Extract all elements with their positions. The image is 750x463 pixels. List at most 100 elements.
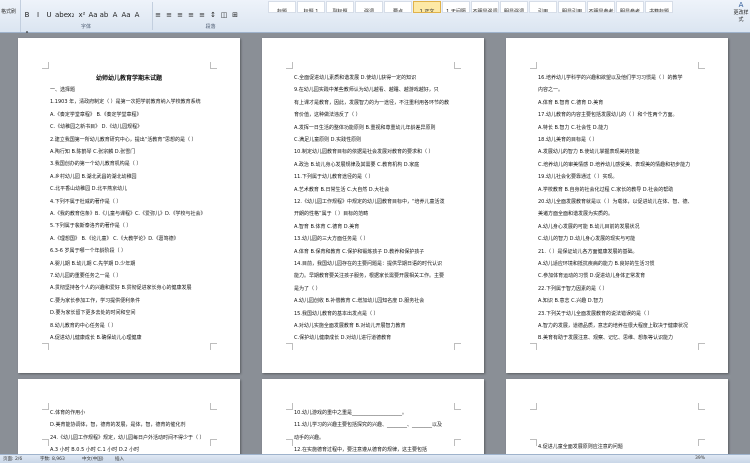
style-item[interactable]: 书籍标题 <box>645 1 673 13</box>
style-item[interactable]: 副标题 <box>326 1 354 13</box>
style-item[interactable]: 引用 <box>529 1 557 13</box>
document-page-2[interactable]: C.全面促进幼儿素质和谐发展 D.使幼儿获得一定的知识 9.在幼儿园实践中某些教师… <box>262 38 484 373</box>
status-language[interactable]: 中文(中国) <box>82 456 104 462</box>
margin-corner-mark <box>454 343 461 350</box>
text-line: A.3 小时 B.0.5 小时 C.1 小时 D.2 小时 <box>50 447 140 454</box>
style-item[interactable]: 标题 <box>268 1 296 13</box>
margin-corner-mark <box>530 62 537 69</box>
margin-corner-mark <box>286 343 293 350</box>
font-format-button[interactable]: Aa <box>88 10 98 20</box>
text-line: 4.下列不属于杜威的著作是（ ） <box>50 198 122 205</box>
text-line: 5.下列属于裴斯泰洛齐的著作是（ ） <box>50 223 132 230</box>
font-format-button[interactable]: I <box>33 10 43 20</box>
text-line: A.对幼儿实施全面发展教育 B.对幼儿开展智力教育 <box>294 323 406 329</box>
text-line: 22.下列属于智力因素的是（ ） <box>538 285 608 292</box>
font-format-button[interactable]: Aa <box>121 10 131 20</box>
text-line: 开朗的性格”属于（ ）目标的范畴 <box>294 211 369 218</box>
text-line: 16.培养幼儿学科学的兴趣和欲望以及他们学习习惯是（ ）的教学 <box>538 75 683 81</box>
style-item[interactable]: 1 无间隔 <box>442 1 470 13</box>
text-line: A.幼儿身心发展的可能 B.幼儿目前的发展状况 <box>538 223 640 230</box>
margin-corner-mark <box>530 343 537 350</box>
text-line: A.《我的教育信条》B.《儿童与课程》C.《爱弥儿》D.《学校与社会》 <box>50 211 206 217</box>
style-item[interactable]: 1 正文 <box>413 1 441 13</box>
text-line: 12.在实施德育过程中，要注意遵从德育的规律，这主要包括 <box>294 447 427 454</box>
text-line: 能力。早期教育要关注孩子服务，根据家长需要开展相关工作。主要 <box>294 273 445 280</box>
document-page-5[interactable]: 10.幼儿游戏的重中之重是____________________。 11.幼儿学… <box>262 379 484 454</box>
paragraph-format-button[interactable]: ≡ <box>197 10 207 20</box>
style-item[interactable]: 明显参考 <box>616 1 644 13</box>
text-line: D.美育能协调体，智，德育的发展，是体，智，德育的催化剂 <box>50 422 186 429</box>
text-line: A.《理想国》 B.《论儿童》 C.《大教学论》D.《葛笃德》 <box>50 235 179 242</box>
paragraph-format-button[interactable]: ≡ <box>153 10 163 20</box>
text-line: 15.我国幼儿教育的基本出发点是（ ） <box>294 310 379 317</box>
paragraph-format-button[interactable]: ◫ <box>219 10 229 20</box>
style-item[interactable]: 要点 <box>384 1 412 13</box>
text-line: 育价值，这种做法违反了（ ） <box>294 112 361 119</box>
text-line: C.幼儿的智力 D.幼儿身心发展的现实与可能 <box>538 236 636 243</box>
font-format-button[interactable]: x² <box>77 10 87 20</box>
paragraph-format-button[interactable]: ↕ <box>208 10 218 20</box>
style-item[interactable]: 明显引用 <box>558 1 586 13</box>
style-item[interactable]: 不明显参考 <box>587 1 615 13</box>
document-page-4[interactable]: C.体育的作用小 D.美育能协调体，智，德育的发展，是体，智，德育的催化剂 24.《… <box>18 379 240 454</box>
document-page-1[interactable]: 幼师幼儿教育学期末试题 一、选择题 1.1903 年，清政府制定（ ）是第一次把学… <box>18 38 240 373</box>
text-line: C.体育的作用小 <box>50 410 86 416</box>
status-word-count[interactable]: 字数: 8,963 <box>40 456 65 462</box>
status-page-count[interactable]: 页面: 2/6 <box>3 456 22 462</box>
text-line: 9.在幼儿园实践中某些教师认为幼儿越看、越睡、越游戏越好，只 <box>294 87 439 94</box>
font-format-button[interactable]: ab <box>99 10 109 20</box>
text-line: A.发展幼儿的智力 B.使幼儿掌握表现美的技能 <box>538 149 640 156</box>
text-line: A.智力的发展，道德品质，意志的培养在很大程度上取决于健康状况 <box>538 323 688 329</box>
document-canvas[interactable]: 幼师幼儿教育学期末试题 一、选择题 1.1903 年，清政府制定（ ）是第一次把学… <box>0 33 750 454</box>
text-line: 一、选择题 <box>50 87 76 93</box>
text-line: D.要为家长留下更多去处的时间和空间 <box>50 310 136 317</box>
paragraph-group: ≡ ≡ ≡ ≡ ≡ ↕ ◫ ⊞ 段落 <box>152 2 268 30</box>
style-item[interactable]: 明显强调 <box>500 1 528 13</box>
paragraph-format-button[interactable]: ≡ <box>164 10 174 20</box>
text-line: A.《奏定学堂章程》 B.《奏定学堂章程》 <box>50 111 142 118</box>
status-zoom-level[interactable]: 39% <box>695 456 705 461</box>
style-item[interactable]: 不明显强调 <box>471 1 499 13</box>
text-line: 内容之一。 <box>538 87 564 94</box>
text-line: 10.幼儿游戏的重中之重是____________________。 <box>294 410 407 416</box>
format-painter-group: 格式刷 <box>0 0 21 32</box>
text-line: A.政治 B.幼儿身心发展规律及其需要 C.教育机构 D.家庭 <box>294 161 420 168</box>
paragraph-format-button[interactable]: ≡ <box>175 10 185 20</box>
text-line: 19.幼儿社会化要靠通过（ ）实现。 <box>538 174 618 181</box>
change-styles-button[interactable]: A 更改样式 <box>732 1 750 29</box>
paragraph-format-button[interactable]: ≡ <box>186 10 196 20</box>
font-format-button[interactable]: A <box>132 10 142 20</box>
text-line: 21.（ ）是保证幼儿各方面健康发展的基础。 <box>538 248 638 255</box>
text-line: 10.制定幼儿园教育目标的依据是社会发展对教育的要求和（ ） <box>294 149 434 156</box>
paragraph-format-button[interactable]: ⊞ <box>230 10 240 20</box>
text-line: C.培养幼儿的审美情感 D.培养幼儿感受美、表现美的情趣和初步能力 <box>538 161 691 168</box>
text-line: 6.3-6 岁属于哪一个年龄阶段（ ） <box>50 248 127 255</box>
text-line: 18.幼儿美育的目标是（ ） <box>538 137 598 143</box>
margin-corner-mark <box>42 403 49 410</box>
status-insert-mode[interactable]: 插入 <box>115 456 124 462</box>
margin-corner-mark <box>210 62 217 69</box>
font-format-button[interactable]: abe <box>55 10 68 20</box>
text-line: A.发挥一日生活的整体功能原则 B.重视和尊重幼儿年龄差异原则 <box>294 124 436 131</box>
font-format-button[interactable]: A <box>110 10 120 20</box>
text-line: A.体育 B.智育 C.德育 D.美育 <box>538 99 604 106</box>
text-line: A.体育 B.保育和教育 C.保护和锻炼孩子 D.教养和保护孩子 <box>294 248 425 255</box>
format-painter-button[interactable]: 格式刷 <box>1 8 16 15</box>
text-line: 有上课才是教育，因此，发展智力的为一途径，不注重利用各环节的教 <box>294 99 450 106</box>
document-page-3[interactable]: 16.培养幼儿学科学的兴趣和欲望以及他们学习习惯是（ ）的教学 内容之一。 A.体育… <box>506 38 728 373</box>
font-format-button[interactable]: B <box>22 10 32 20</box>
font-format-button[interactable]: U <box>44 10 54 20</box>
font-format-button[interactable]: x₂ <box>66 10 76 20</box>
change-styles-icon: A <box>738 1 744 9</box>
text-line: 1.1903 年，清政府制定（ ）是第一次把学前教育纳入学校教育系统 <box>50 99 201 106</box>
text-line: 7.幼儿园的重要任务之一是（ ） <box>50 273 122 279</box>
text-line: C.保护幼儿健康成长 D.对幼儿进行道德教育 <box>294 335 392 342</box>
style-item[interactable]: 强调 <box>355 1 383 13</box>
margin-corner-mark <box>530 439 537 446</box>
text-line: 动手的兴趣。 <box>294 434 325 441</box>
margin-corner-mark <box>42 439 49 446</box>
margin-corner-mark <box>698 62 705 69</box>
document-page-6[interactable]: 4.促进儿童全面发展原则应注意的问题 <box>506 379 728 454</box>
text-line: A.艺术教育 B.日常生活 C.大自然 D.大社会 <box>294 186 390 193</box>
style-item[interactable]: 标题 1 <box>297 1 325 13</box>
